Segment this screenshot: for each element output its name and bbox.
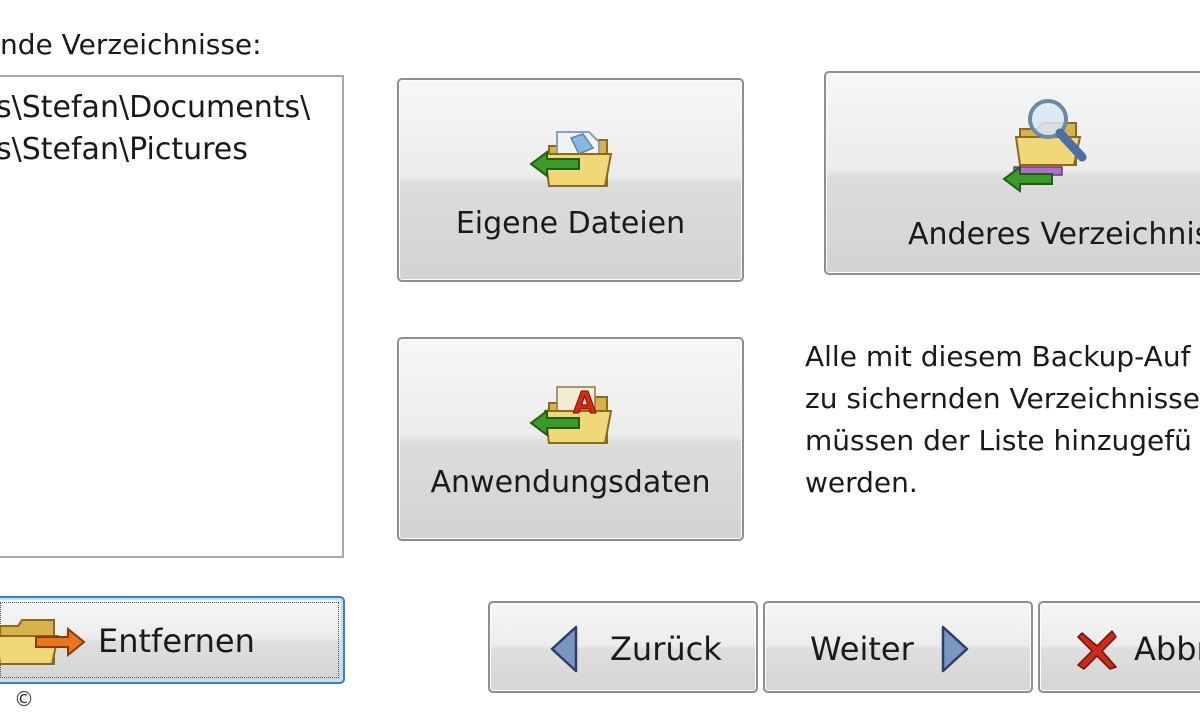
- eigene-dateien-button[interactable]: Eigene Dateien: [397, 78, 744, 282]
- remove-folder-icon: [0, 619, 86, 665]
- info-line: werden.: [805, 466, 918, 499]
- anwendungsdaten-button[interactable]: A Anwendungsdaten: [397, 337, 744, 541]
- list-item[interactable]: s\Stefan\Pictures: [0, 129, 342, 171]
- info-line: zu sichernden Verzeichnisse: [805, 382, 1200, 415]
- browse-folder-icon: [1002, 99, 1087, 193]
- cancel-x-icon: [1077, 630, 1117, 670]
- next-label: Weiter: [810, 630, 914, 668]
- eigene-dateien-label: Eigene Dateien: [455, 206, 686, 241]
- back-button[interactable]: Zurück: [488, 601, 758, 693]
- cancel-label: Abbr: [1134, 630, 1200, 668]
- info-text: Alle mit diesem Backup-Auf zu sichernden…: [805, 336, 1200, 504]
- entfernen-label: Entfernen: [98, 622, 255, 660]
- next-button[interactable]: Weiter: [763, 601, 1033, 693]
- svg-text:A: A: [573, 386, 597, 421]
- back-label: Zurück: [610, 630, 722, 668]
- directory-listbox[interactable]: s\Stefan\Documents\ s\Stefan\Pictures: [0, 75, 344, 558]
- info-line: Alle mit diesem Backup-Auf: [805, 340, 1191, 373]
- anderes-verzeichnis-label: Anderes Verzeichnis: [908, 217, 1200, 252]
- left-arrow-icon: [550, 625, 578, 673]
- directory-list-label: nde Verzeichnisse:: [0, 28, 262, 61]
- info-line: müssen der Liste hinzugefü: [805, 424, 1192, 457]
- entfernen-button[interactable]: Entfernen: [0, 596, 345, 684]
- anwendungsdaten-label: Anwendungsdaten: [430, 465, 711, 500]
- add-documents-folder-icon: [529, 131, 613, 187]
- copyright-mark: ©: [14, 687, 34, 711]
- anderes-verzeichnis-button[interactable]: Anderes Verzeichnis: [824, 71, 1200, 275]
- add-application-data-icon: A: [529, 386, 613, 444]
- right-arrow-icon: [941, 625, 969, 673]
- list-item[interactable]: s\Stefan\Documents\: [0, 87, 342, 129]
- cancel-button[interactable]: Abbr: [1038, 601, 1200, 693]
